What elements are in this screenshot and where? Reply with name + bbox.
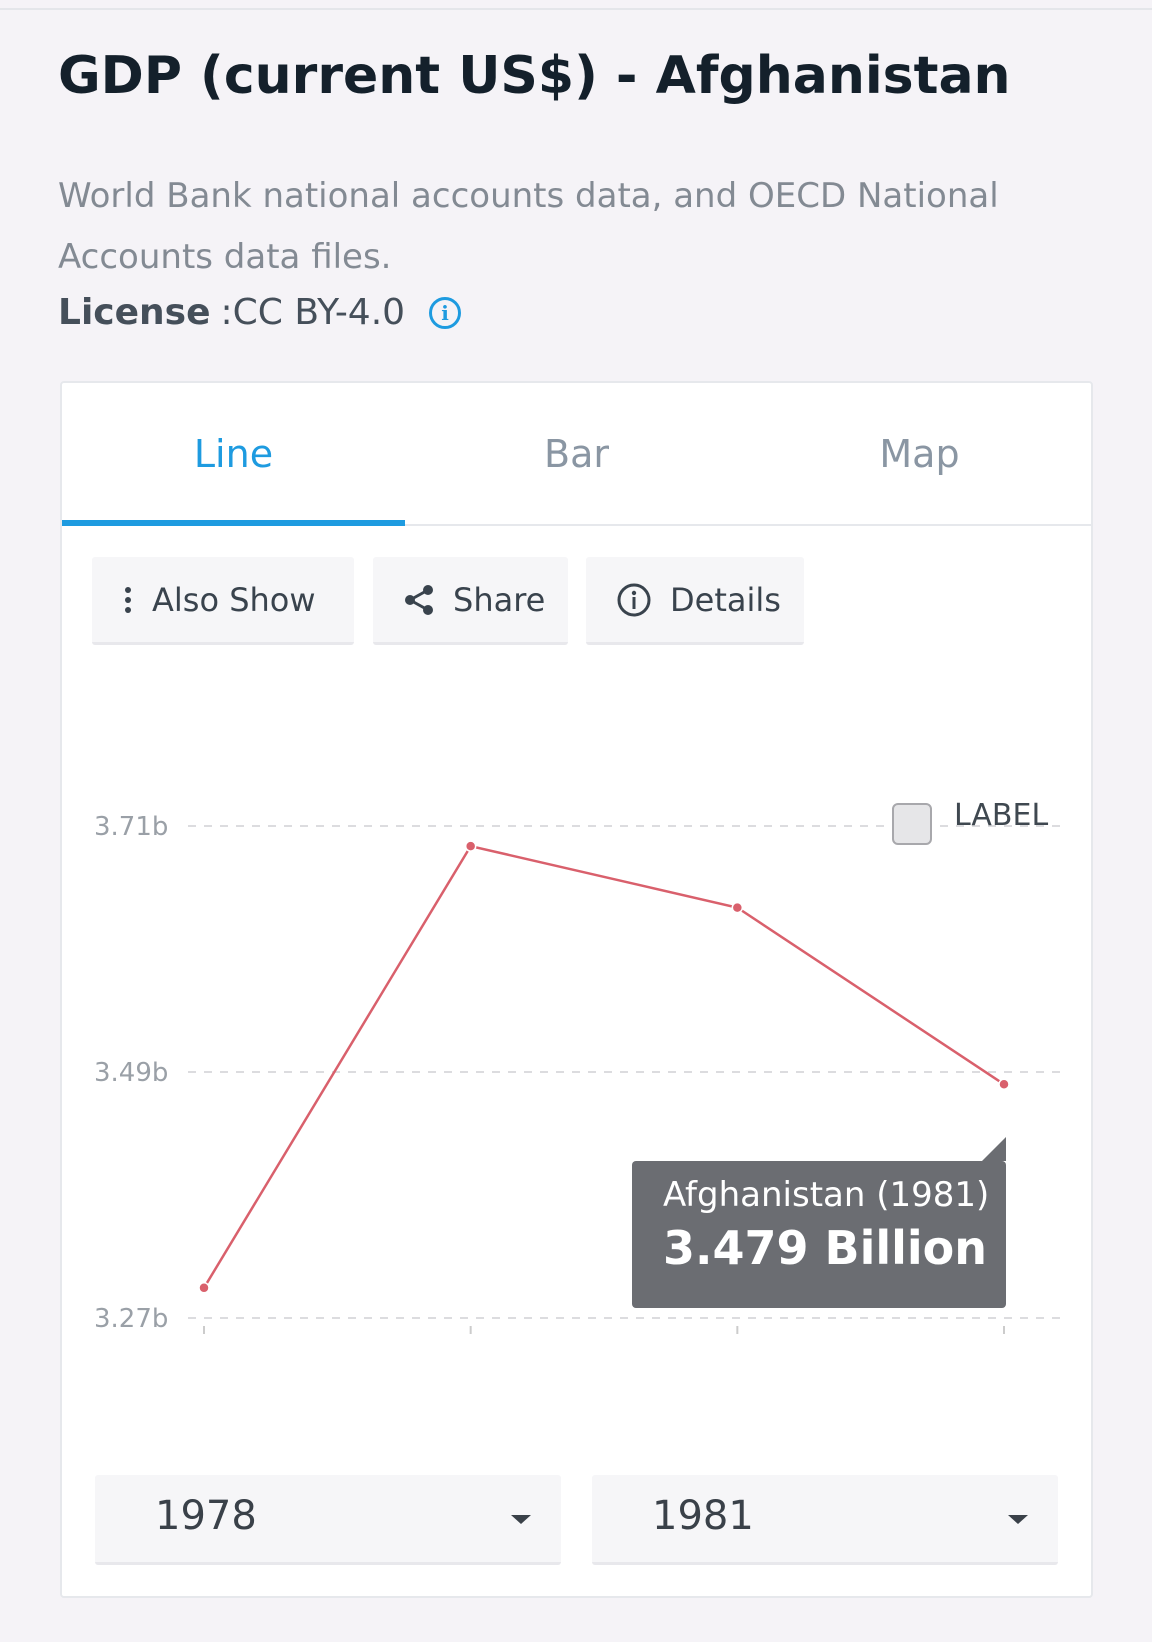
- data-point: [998, 1078, 1010, 1091]
- data-point: [464, 840, 477, 852]
- start-year-value: 1978: [155, 1493, 257, 1539]
- tooltip-series: Afghanistan (1981): [663, 1175, 990, 1215]
- line-chart: 3.27b 3.49b 3.71b: [94, 812, 1062, 1334]
- chart-tooltip: Afghanistan (1981) 3.479 Billion: [632, 1137, 1006, 1308]
- tooltip-value: 3.479 Billion: [663, 1221, 987, 1275]
- end-year-dropdown[interactable]: 1981: [592, 1475, 1058, 1565]
- chevron-down-icon: [1008, 1515, 1028, 1524]
- end-year-value: 1981: [652, 1493, 754, 1539]
- license-value: CC BY-4.0: [232, 292, 406, 333]
- data-point: [731, 901, 744, 914]
- info-icon[interactable]: i: [429, 296, 462, 329]
- label-toggle-text: LABEL: [954, 797, 1049, 833]
- chart-card: Line Bar Map Also Show Share Details 3.2…: [60, 381, 1093, 1598]
- source-text: World Bank national accounts data, and O…: [58, 176, 999, 277]
- label-toggle[interactable]: LABEL: [892, 785, 1048, 845]
- y-tick-label: 3.71b: [94, 812, 168, 842]
- data-point: [198, 1282, 210, 1294]
- y-tick-label: 3.49b: [94, 1058, 168, 1088]
- start-year-dropdown[interactable]: 1978: [95, 1475, 561, 1565]
- top-divider: [0, 8, 1152, 10]
- page-title: GDP (current US$) - Afghanistan: [58, 46, 1011, 106]
- chevron-down-icon: [511, 1515, 531, 1524]
- label-checkbox[interactable]: [892, 803, 932, 845]
- y-tick-label: 3.27b: [94, 1304, 168, 1334]
- license-label: License: [58, 292, 211, 333]
- license-row: License : CC BY-4.0 i: [58, 292, 462, 333]
- license-separator: :: [220, 292, 233, 333]
